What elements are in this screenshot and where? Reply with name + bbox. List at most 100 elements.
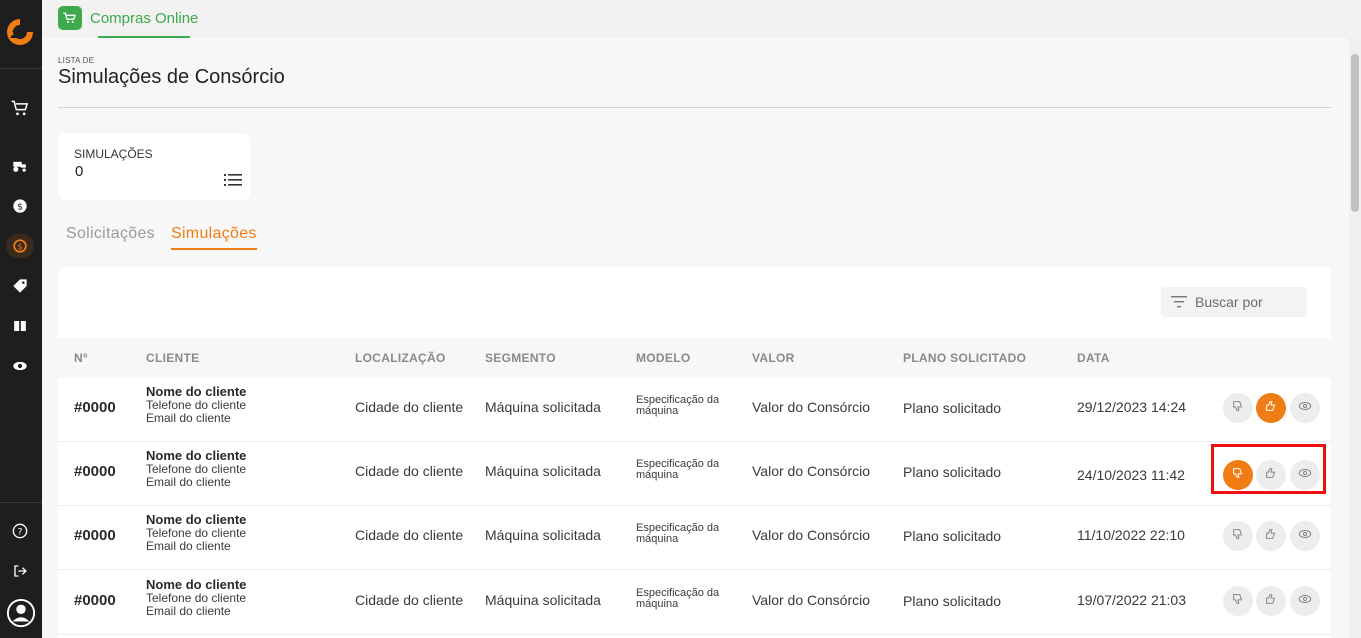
row-number: #0000 — [74, 592, 116, 609]
model-cell: Especificação da máquina — [636, 523, 719, 545]
client-email: Email do cliente — [146, 411, 231, 425]
client-email: Email do cliente — [146, 539, 231, 553]
tab-compras-online[interactable]: Compras Online — [58, 6, 198, 38]
client-cell: Nome do cliente Telefone do cliente Emai… — [146, 578, 246, 618]
column-header-location: LOCALIZAÇÃO — [355, 351, 446, 365]
model-cell: Especificação da máquina — [636, 395, 719, 417]
date-cell: 24/10/2023 11:42 — [1077, 467, 1185, 483]
logout-icon[interactable] — [9, 560, 31, 582]
thumbs-up-icon — [1264, 592, 1278, 611]
column-header-date: DATA — [1077, 351, 1110, 365]
help-icon[interactable]: ? — [9, 520, 31, 542]
reject-button[interactable] — [1223, 460, 1253, 490]
thumbs-up-icon — [1264, 466, 1278, 485]
column-header-segment: SEGMENTO — [485, 351, 556, 365]
view-button[interactable] — [1290, 521, 1320, 551]
value-cell: Valor do Consórcio — [752, 399, 871, 415]
column-header-plan: PLANO SOLICITADO — [903, 351, 1027, 365]
tab-solicitacoes[interactable]: Solicitações — [66, 225, 155, 250]
table-row[interactable]: #0000 Nome do cliente Telefone do client… — [58, 378, 1331, 442]
stat-label: SIMULAÇÕES — [74, 147, 153, 161]
date-cell: 11/10/2022 22:10 — [1077, 527, 1185, 543]
column-header-num: Nº — [74, 351, 88, 365]
segment-cell: Máquina solicitada — [485, 463, 601, 479]
page-overline: LISTA DE — [58, 56, 95, 65]
column-header-model: MODELO — [636, 351, 691, 365]
reject-button[interactable] — [1223, 393, 1253, 423]
eye-icon — [1298, 527, 1312, 546]
value-cell: Valor do Consórcio — [752, 527, 871, 543]
page-title: Simulações de Consórcio — [58, 66, 285, 88]
client-email: Email do cliente — [146, 604, 231, 618]
top-tab-label: Compras Online — [90, 10, 199, 27]
main-content: LISTA DE Simulações de Consórcio SIMULAÇ… — [42, 38, 1349, 638]
cart-icon[interactable] — [9, 97, 31, 119]
cart-icon — [58, 6, 82, 30]
client-name: Nome do cliente — [146, 448, 247, 463]
location-cell: Cidade do cliente — [355, 592, 464, 608]
search-filter-button[interactable]: Buscar por — [1161, 287, 1307, 317]
view-button[interactable] — [1290, 460, 1320, 490]
title-divider — [58, 107, 1331, 108]
client-cell: Nome do cliente Telefone do cliente Emai… — [146, 449, 246, 489]
segment-cell: Máquina solicitada — [485, 592, 601, 608]
sidebar-divider — [0, 68, 42, 69]
model-line: máquina — [636, 405, 679, 417]
logo-icon[interactable] — [4, 16, 36, 48]
eye-icon — [1298, 592, 1312, 611]
ticket-icon[interactable] — [9, 315, 31, 337]
approve-button[interactable] — [1256, 586, 1286, 616]
row-number: #0000 — [74, 399, 116, 416]
value-cell: Valor do Consórcio — [752, 463, 871, 479]
approve-button[interactable] — [1256, 521, 1286, 551]
user-avatar-icon[interactable] — [5, 597, 37, 629]
view-button[interactable] — [1290, 586, 1320, 616]
dollar-coin-icon[interactable]: $ — [9, 195, 31, 217]
client-name: Nome do cliente — [146, 577, 247, 592]
location-cell: Cidade do cliente — [355, 527, 464, 543]
scrollbar-thumb[interactable] — [1351, 54, 1359, 212]
model-cell: Especificação da máquina — [636, 459, 719, 481]
svg-text:$: $ — [17, 201, 23, 212]
segment-cell: Máquina solicitada — [485, 527, 601, 543]
scrollbar[interactable] — [1349, 38, 1361, 638]
plan-cell: Plano solicitado — [903, 593, 1002, 609]
location-cell: Cidade do cliente — [355, 463, 464, 479]
plan-cell: Plano solicitado — [903, 528, 1002, 544]
reject-button[interactable] — [1223, 521, 1253, 551]
column-header-client: CLIENTE — [146, 351, 200, 365]
table-row[interactable]: #0000 Nome do cliente Telefone do client… — [58, 506, 1331, 570]
stat-value: 0 — [75, 163, 84, 180]
client-cell: Nome do cliente Telefone do cliente Emai… — [146, 513, 246, 553]
row-number: #0000 — [74, 463, 116, 480]
model-line: máquina — [636, 469, 679, 481]
simulations-stat-card: SIMULAÇÕES 0 — [58, 133, 250, 200]
approve-button[interactable] — [1256, 460, 1286, 490]
tab-simulacoes[interactable]: Simulações — [170, 225, 257, 250]
list-icon — [224, 174, 242, 186]
row-number: #0000 — [74, 527, 116, 544]
plan-cell: Plano solicitado — [903, 464, 1002, 480]
tractor-icon[interactable] — [9, 155, 31, 177]
approve-button[interactable] — [1256, 393, 1286, 423]
date-cell: 29/12/2023 14:24 — [1077, 399, 1186, 415]
thumbs-up-icon — [1264, 527, 1278, 546]
eye-icon[interactable] — [9, 355, 31, 377]
consortium-icon[interactable]: $ — [6, 234, 34, 258]
filter-icon — [1171, 296, 1187, 308]
client-email: Email do cliente — [146, 475, 231, 489]
client-name: Nome do cliente — [146, 512, 247, 527]
segment-cell: Máquina solicitada — [485, 399, 601, 415]
eye-icon — [1298, 399, 1312, 418]
thumbs-down-icon — [1231, 466, 1245, 485]
column-header-value: VALOR — [752, 351, 795, 365]
reject-button[interactable] — [1223, 586, 1253, 616]
table-row[interactable]: #0000 Nome do cliente Telefone do client… — [58, 442, 1331, 506]
table-row[interactable]: #0000 Nome do cliente Telefone do client… — [58, 571, 1331, 635]
view-button[interactable] — [1290, 393, 1320, 423]
model-line: máquina — [636, 598, 679, 610]
client-name: Nome do cliente — [146, 384, 247, 399]
date-cell: 19/07/2022 21:03 — [1077, 592, 1186, 608]
tag-icon[interactable] — [9, 275, 31, 297]
table-header: Nº CLIENTE LOCALIZAÇÃO SEGMENTO MODELO V… — [58, 338, 1331, 378]
